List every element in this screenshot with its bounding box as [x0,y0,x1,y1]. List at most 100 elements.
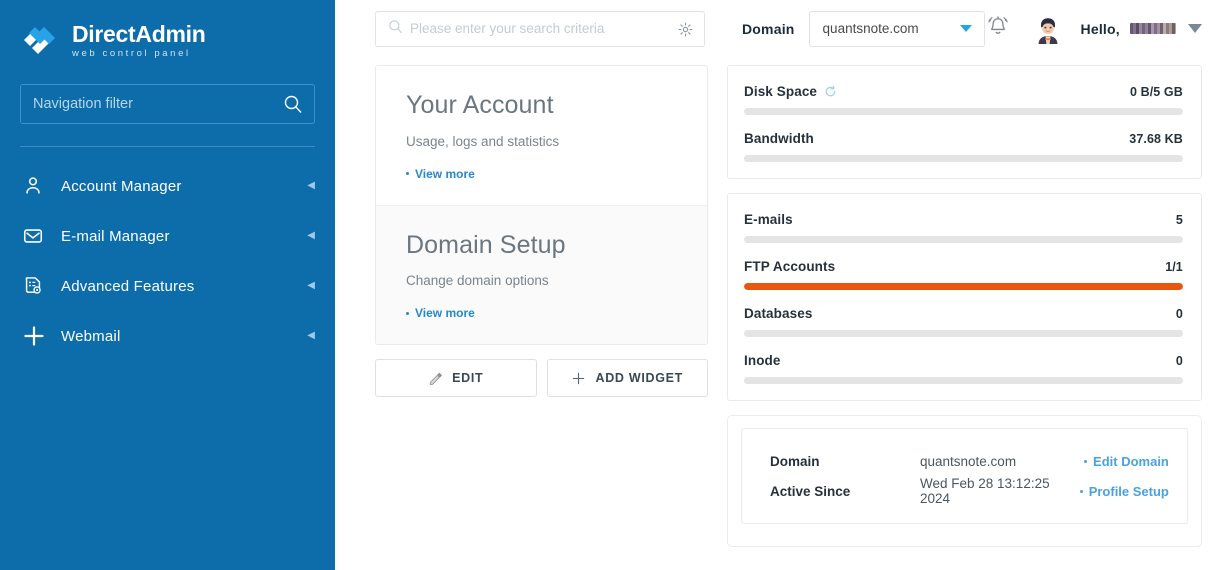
chevron-left-icon: ◀ [307,181,315,191]
sidebar-item-label: E-mail Manager [61,228,307,245]
row-value: quantsnote.com [920,454,1084,469]
chevron-left-icon: ◀ [307,331,315,341]
main-area: Domain quantsnote.com [335,0,1219,570]
sidebar-item-advanced-features[interactable]: Advanced Features ◀ [0,261,335,311]
avatar[interactable] [1033,14,1063,44]
search-input[interactable] [410,21,704,36]
user-icon [22,175,52,197]
widget-actions: EDIT ADD WIDGET [375,359,708,397]
brand-title: DirectAdmin [72,23,205,46]
progress-bar [744,330,1183,337]
stats-column: Disk Space 0 B/5 GB [727,65,1202,547]
notification-bell-icon[interactable] [985,13,1011,44]
stat-label: E-mails [744,212,793,227]
top-header: Domain quantsnote.com [335,0,1219,57]
bullet-icon [1084,460,1087,463]
widget-domain-setup[interactable]: Domain Setup Change domain options View … [376,205,707,345]
plus-icon [571,371,586,386]
global-search[interactable] [375,11,705,47]
envelope-icon [22,225,52,247]
table-row: Active Since Wed Feb 28 13:12:25 2024 Pr… [770,476,1169,506]
widget-title: Your Account [406,92,679,120]
progress-bar [744,377,1183,384]
widget-subtitle: Change domain options [406,273,679,288]
edit-button[interactable]: EDIT [375,359,537,397]
gear-icon[interactable] [677,21,694,43]
stat-value: 37.68 KB [1129,132,1183,146]
edit-domain-label: Edit Domain [1093,454,1169,469]
progress-bar [744,236,1183,243]
edit-button-label: EDIT [452,371,483,385]
sidebar-item-account-manager[interactable]: Account Manager ◀ [0,161,335,211]
stat-label: FTP Accounts [744,259,835,274]
domain-select[interactable]: quantsnote.com [809,11,985,47]
stat-value: 1/1 [1165,260,1183,274]
stat-databases: Databases 0 [744,306,1183,337]
pencil-icon [428,371,443,386]
domain-selector-group: Domain quantsnote.com [742,11,985,47]
nav-filter-input[interactable] [21,85,314,123]
widget-stack: Your Account Usage, logs and statistics … [375,65,708,345]
chevron-down-icon [960,25,972,32]
stat-value: 0 [1176,307,1183,321]
view-more-label: View more [415,306,475,320]
panel-resources: E-mails 5 FTP Accounts 1/1 [727,193,1202,401]
add-widget-button[interactable]: ADD WIDGET [547,359,709,397]
directadmin-logo-icon [22,22,62,58]
stat-inode: Inode 0 [744,353,1183,384]
table-row: Domain quantsnote.com Edit Domain [770,446,1169,476]
row-value: Wed Feb 28 13:12:25 2024 [920,476,1080,506]
document-gear-icon [22,275,52,297]
stat-value: 5 [1176,213,1183,227]
stat-emails: E-mails 5 [744,212,1183,243]
bullet-icon [1080,490,1083,493]
progress-bar [744,108,1183,115]
user-menu-chevron-down-icon[interactable] [1188,24,1202,33]
brand-subtitle: web control panel [72,49,205,59]
sidebar-item-webmail[interactable]: Webmail ◀ [0,311,335,361]
panel-usage: Disk Space 0 B/5 GB [727,65,1202,179]
row-key: Domain [770,454,920,469]
stat-disk-space: Disk Space 0 B/5 GB [744,84,1183,115]
domain-select-value: quantsnote.com [823,21,919,36]
domain-card-wrapper: Domain quantsnote.com Edit Domain Active… [727,415,1202,547]
progress-bar [744,155,1183,162]
greeting-text: Hello, [1081,21,1120,37]
widget-subtitle: Usage, logs and statistics [406,134,679,149]
search-icon [388,19,403,39]
profile-setup-label: Profile Setup [1089,484,1169,499]
header-right: Hello, [985,13,1202,44]
sidebar-item-label: Account Manager [61,178,307,195]
profile-setup-link[interactable]: Profile Setup [1080,484,1169,499]
widget-title: Domain Setup [406,232,679,260]
widgets-column: Your Account Usage, logs and statistics … [375,65,708,547]
chevron-left-icon: ◀ [307,281,315,291]
stat-label: Disk Space [744,84,837,99]
stat-ftp-accounts: FTP Accounts 1/1 [744,259,1183,290]
sidebar-nav: Account Manager ◀ E-mail Manager ◀ [0,161,335,361]
sidebar: DirectAdmin web control panel [0,0,335,570]
progress-bar [744,283,1183,290]
edit-domain-link[interactable]: Edit Domain [1084,454,1169,469]
view-more-link[interactable]: View more [406,306,475,320]
nav-filter[interactable] [20,84,315,124]
sidebar-item-email-manager[interactable]: E-mail Manager ◀ [0,211,335,261]
bullet-icon [406,172,409,175]
stat-bandwidth: Bandwidth 37.68 KB [744,131,1183,162]
search-icon [283,94,303,119]
sidebar-item-label: Webmail [61,328,307,345]
nav-filter-wrapper [0,66,335,124]
add-widget-button-label: ADD WIDGET [595,371,683,385]
brand-logo-area[interactable]: DirectAdmin web control panel [0,0,335,66]
bullet-icon [406,312,409,315]
sidebar-item-label: Advanced Features [61,278,307,295]
row-key: Active Since [770,484,920,499]
view-more-link[interactable]: View more [406,167,475,181]
refresh-icon[interactable] [824,85,837,98]
stat-label: Inode [744,353,781,368]
widget-your-account[interactable]: Your Account Usage, logs and statistics … [376,66,707,205]
sidebar-divider [20,146,315,147]
dashboard-content: Your Account Usage, logs and statistics … [335,57,1219,547]
stat-label: Bandwidth [744,131,814,146]
plus-icon [22,324,52,348]
